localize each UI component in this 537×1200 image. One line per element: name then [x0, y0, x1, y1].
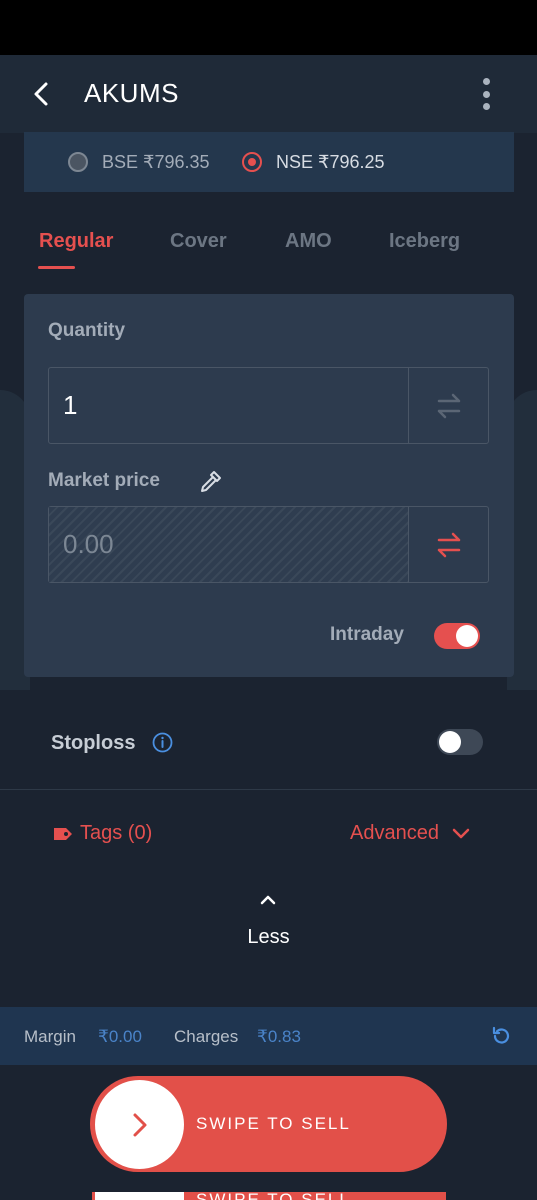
swipe-to-sell-label: SWIPE TO SELL [196, 1114, 351, 1133]
tab-cover[interactable]: Cover [170, 230, 227, 253]
swipe-handle[interactable] [95, 1080, 184, 1169]
exchange-label: BSE ₹796.35 [102, 151, 210, 172]
order-type-tabs: Regular Cover AMO Iceberg [0, 220, 537, 270]
top-app-bar [0, 55, 537, 133]
quantity-field[interactable]: 1 [48, 367, 489, 444]
margin-bar: Margin ₹0.00 Charges ₹0.83 [0, 1007, 537, 1065]
radio-selected-icon [242, 152, 262, 172]
margin-label: Margin [24, 1027, 76, 1046]
charges-value[interactable]: ₹0.83 [257, 1027, 301, 1047]
price-input[interactable]: 0.00 [63, 529, 114, 560]
chevron-down-icon [452, 828, 470, 838]
toggle-knob [439, 731, 461, 753]
price-swap-button[interactable] [408, 507, 488, 582]
quantity-swap-button[interactable] [408, 368, 488, 443]
less-toggle[interactable]: Less [0, 926, 537, 949]
stoploss-toggle[interactable] [437, 729, 483, 755]
active-tab-indicator [38, 266, 75, 269]
info-icon[interactable] [152, 732, 173, 753]
status-bar [0, 0, 537, 55]
exchange-selector: BSE ₹796.35 NSE ₹796.25 [24, 132, 514, 192]
margin-value: ₹0.00 [98, 1027, 142, 1046]
more-vertical-icon [482, 78, 490, 85]
tags-label: Tags (0) [80, 822, 153, 844]
back-button[interactable] [28, 80, 56, 108]
intraday-label: Intraday [330, 624, 404, 645]
section-divider [0, 789, 537, 790]
more-vertical-icon-dot [482, 90, 490, 98]
tab-iceberg[interactable]: Iceberg [389, 230, 460, 253]
radio-unselected-icon [68, 152, 88, 172]
toggle-knob [456, 625, 478, 647]
more-options-button[interactable] [474, 76, 498, 112]
tags-button[interactable]: Tags (0) [52, 822, 152, 845]
chevron-left-icon [34, 82, 48, 106]
chevron-up-icon[interactable] [257, 892, 279, 908]
advanced-button[interactable]: Advanced [350, 822, 471, 845]
exchange-option-bse[interactable]: BSE ₹796.35 [68, 132, 210, 192]
market-price-field[interactable]: 0.00 [48, 506, 489, 583]
swap-arrows-icon [437, 393, 460, 418]
tab-amo[interactable]: AMO [285, 230, 332, 253]
charges-label: Charges [174, 1027, 239, 1046]
intraday-toggle[interactable] [434, 623, 480, 649]
stoploss-label: Stoploss [51, 732, 136, 754]
tab-regular[interactable]: Regular [39, 230, 113, 253]
refresh-icon[interactable] [490, 1025, 512, 1047]
swap-arrows-icon [437, 532, 460, 557]
eyedropper-icon[interactable] [198, 468, 224, 494]
quantity-label: Quantity [48, 320, 126, 341]
swipe-ghost-label: SWIPE TO SELL [196, 1190, 351, 1200]
tag-icon [54, 827, 72, 840]
swipe-ghost-handle [95, 1192, 184, 1200]
exchange-option-nse[interactable]: NSE ₹796.25 [242, 132, 385, 192]
page-title: AKUMS [84, 78, 179, 108]
chevron-right-icon [133, 1113, 146, 1136]
advanced-label: Advanced [350, 822, 439, 844]
quantity-input[interactable]: 1 [63, 390, 77, 421]
order-form-card: Quantity 1 Market price 0.00 Intraday [24, 294, 514, 677]
market-price-label: Market price [48, 470, 160, 491]
more-vertical-icon-dot [482, 103, 490, 110]
exchange-label: NSE ₹796.25 [276, 151, 385, 172]
